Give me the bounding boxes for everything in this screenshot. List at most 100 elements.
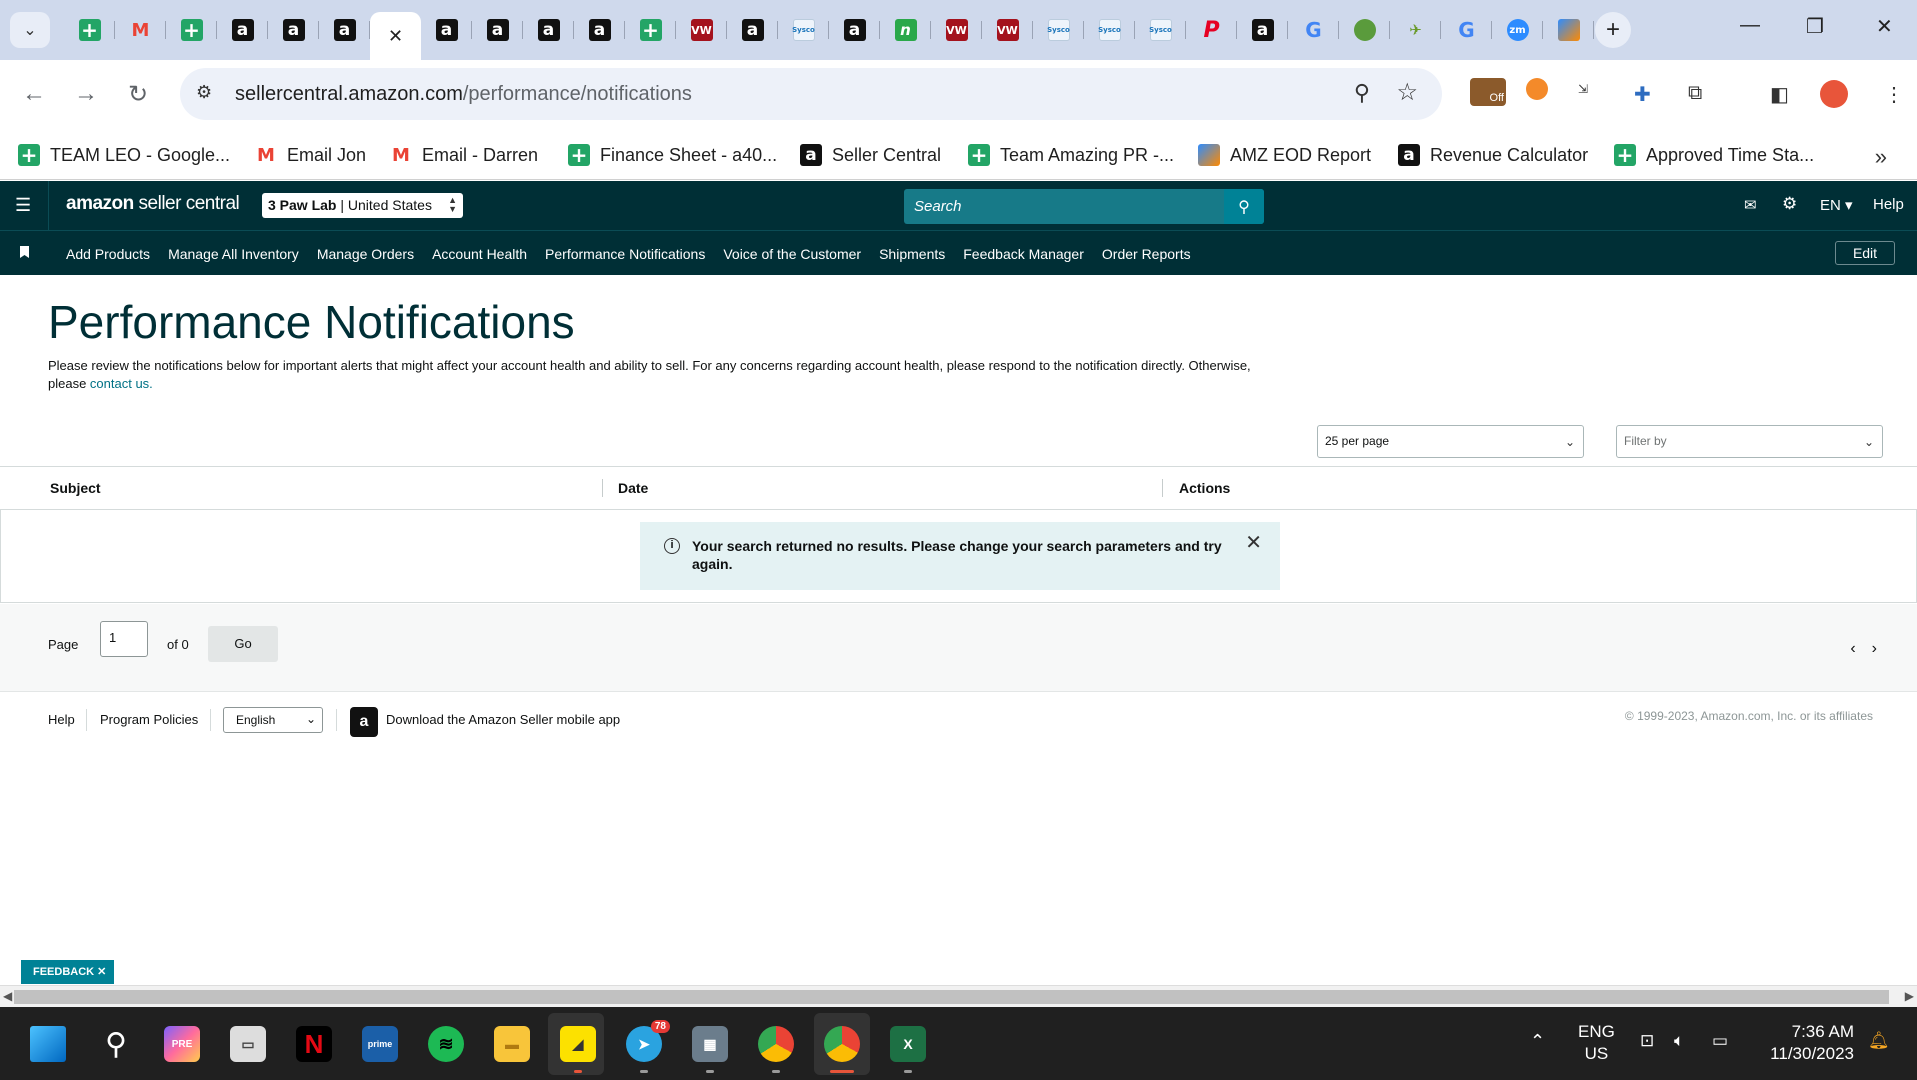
feedback-tab[interactable]: FEEDBACK ✕	[21, 960, 114, 984]
extension-login-icon[interactable]: ⇲	[1578, 82, 1588, 96]
contact-us-link[interactable]: contact us.	[90, 376, 153, 391]
edit-nav-button[interactable]: Edit	[1835, 241, 1895, 265]
browser-tab[interactable]: VW	[982, 12, 1033, 48]
nav-link[interactable]: Feedback Manager	[963, 246, 1084, 262]
nav-link[interactable]: Order Reports	[1102, 246, 1191, 262]
previous-page-icon[interactable]: ‹	[1850, 640, 1855, 658]
browser-tab[interactable]: Sysco	[778, 12, 829, 48]
volume-icon[interactable]: 🔈︎	[1674, 1031, 1684, 1051]
bookmark-item[interactable]: a Seller Central	[800, 144, 941, 166]
chrome-icon[interactable]	[824, 1026, 860, 1062]
notification-bell-icon[interactable]: 🔔︎	[1868, 1031, 1890, 1051]
page-number-input[interactable]: 1	[100, 621, 148, 657]
windows-start-icon[interactable]	[30, 1026, 66, 1062]
bookmark-item[interactable]: + Finance Sheet - a40...	[568, 143, 777, 167]
zoom-icon[interactable]: ⚲	[1354, 80, 1370, 106]
filter-select[interactable]: Filter by ⌄	[1616, 425, 1883, 458]
program-policies-link[interactable]: Program Policies	[100, 712, 198, 727]
profile-avatar[interactable]	[1820, 80, 1848, 108]
browser-tab[interactable]: Sysco	[1135, 12, 1186, 48]
download-app-link[interactable]: Download the Amazon Seller mobile app	[386, 712, 620, 727]
browser-tab[interactable]: a	[472, 12, 523, 48]
tab-search-chevron-icon[interactable]: ⌄	[10, 12, 50, 48]
browser-tab[interactable]: a	[1237, 12, 1288, 48]
reload-icon[interactable]: ↻	[128, 80, 148, 109]
browser-tab[interactable]: VW	[676, 12, 727, 48]
file-explorer-icon[interactable]: ▬	[494, 1026, 530, 1062]
browser-tab[interactable]: G	[1441, 12, 1492, 48]
browser-tab[interactable]: +	[625, 12, 676, 48]
browser-tab[interactable]	[1543, 12, 1594, 48]
browser-tab[interactable]: a	[217, 12, 268, 48]
sticky-notes-icon[interactable]: ◢	[560, 1026, 596, 1062]
bookmark-item[interactable]: + TEAM LEO - Google...	[18, 143, 230, 167]
prime-video-icon[interactable]: prime	[362, 1026, 398, 1062]
browser-tab[interactable]: VW	[931, 12, 982, 48]
close-icon[interactable]: ✕	[1245, 533, 1262, 553]
minimize-icon[interactable]: —	[1740, 14, 1760, 37]
per-page-select[interactable]: 25 per page ⌄	[1317, 425, 1584, 458]
browser-tab[interactable]: a	[574, 12, 625, 48]
network-icon[interactable]: ⊡	[1640, 1031, 1654, 1051]
amazon-seller-app-icon[interactable]: a	[350, 707, 378, 737]
browser-tab[interactable]: +	[64, 12, 115, 48]
bookmarks-overflow-icon[interactable]: »	[1875, 144, 1887, 170]
address-bar[interactable]: ⚙ sellercentral.amazon.com/performance/n…	[180, 68, 1442, 120]
clock[interactable]: 7:36 AM 11/30/2023	[1758, 1021, 1854, 1065]
site-info-icon[interactable]: ⚙	[196, 82, 212, 103]
footer-language-select[interactable]: English ⌄	[223, 707, 323, 733]
browser-tab[interactable]: P	[1186, 12, 1237, 48]
bookmark-star-icon[interactable]: ☆	[1396, 78, 1418, 107]
chrome-profile-icon[interactable]	[758, 1026, 794, 1062]
close-icon[interactable]: ✕	[388, 26, 403, 47]
browser-tab[interactable]: G	[1288, 12, 1339, 48]
browser-tab[interactable]: ✕	[370, 12, 421, 60]
browser-tab[interactable]: n	[880, 12, 931, 48]
battery-icon[interactable]: ▭	[1712, 1031, 1728, 1051]
netflix-icon[interactable]: N	[296, 1026, 332, 1062]
copilot-icon[interactable]: PRE	[164, 1026, 200, 1062]
language-indicator[interactable]: ENG US	[1578, 1021, 1615, 1065]
nav-link[interactable]: Manage All Inventory	[168, 246, 299, 262]
side-panel-icon[interactable]: ◧	[1770, 82, 1789, 107]
search-icon[interactable]: ⚲	[98, 1026, 134, 1062]
bookmark-flag-icon[interactable]	[20, 246, 29, 258]
mail-icon[interactable]: ✉	[1744, 196, 1757, 214]
extension-off-icon[interactable]: Off	[1470, 78, 1506, 106]
calculator-icon[interactable]: ▦	[692, 1026, 728, 1062]
back-arrow-icon[interactable]: ←	[22, 80, 46, 108]
search-icon[interactable]: ⚲	[1224, 189, 1264, 224]
browser-tab[interactable]: a	[829, 12, 880, 48]
bookmark-item[interactable]: + Team Amazing PR -...	[968, 143, 1174, 167]
column-date[interactable]: Date	[618, 480, 648, 496]
browser-tab[interactable]: a	[268, 12, 319, 48]
browser-tab[interactable]: ✈	[1390, 12, 1441, 48]
browser-tab[interactable]: a	[421, 12, 472, 48]
browser-tab[interactable]: Sysco	[1084, 12, 1135, 48]
settings-gear-icon[interactable]: ⚙	[1782, 194, 1797, 214]
restore-icon[interactable]: ❐	[1806, 14, 1824, 39]
browser-tab[interactable]: Sysco	[1033, 12, 1084, 48]
hamburger-menu-icon[interactable]: ☰	[15, 195, 31, 216]
nav-link[interactable]: Account Health	[432, 246, 527, 262]
excel-icon[interactable]: X	[890, 1026, 926, 1062]
bookmark-item[interactable]: M Email Jon	[255, 144, 366, 166]
browser-tab[interactable]	[1339, 12, 1390, 48]
extension-blue-icon[interactable]: ✚	[1634, 82, 1651, 107]
nav-link[interactable]: Manage Orders	[317, 246, 414, 262]
header-search-input[interactable]: Search	[914, 198, 962, 215]
scroll-right-icon[interactable]: ▶	[1905, 989, 1914, 1003]
go-button[interactable]: Go	[208, 626, 278, 662]
seller-central-logo[interactable]: amazon seller central	[66, 193, 240, 215]
scroll-left-icon[interactable]: ◀	[3, 989, 12, 1003]
bookmark-item[interactable]: AMZ EOD Report	[1198, 144, 1371, 166]
task-view-icon[interactable]: ▭	[230, 1026, 266, 1062]
nav-link[interactable]: Voice of the Customer	[723, 246, 861, 262]
window-close-icon[interactable]: ✕	[1876, 14, 1893, 39]
footer-help-link[interactable]: Help	[48, 712, 75, 727]
column-subject[interactable]: Subject	[50, 480, 101, 496]
show-hidden-icons-icon[interactable]: ⌃	[1530, 1031, 1545, 1052]
bookmark-item[interactable]: M Email - Darren	[390, 144, 538, 166]
next-page-icon[interactable]: ›	[1872, 640, 1877, 658]
browser-tab[interactable]: zm	[1492, 12, 1543, 48]
